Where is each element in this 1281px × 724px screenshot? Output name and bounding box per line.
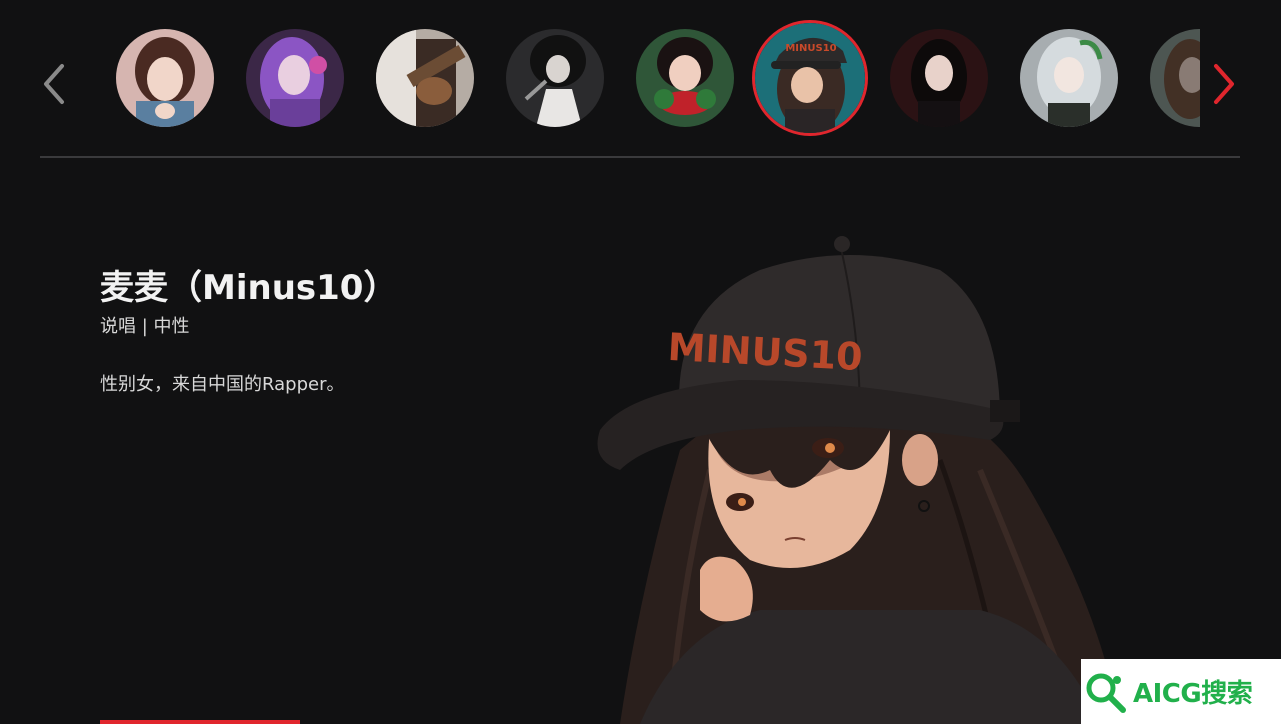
avatar-item[interactable] [116, 29, 214, 127]
avatar-item[interactable] [890, 29, 988, 127]
avatar-item-selected[interactable]: MINUS10 [752, 20, 868, 136]
character-illustration: MINUS10 [597, 236, 1120, 724]
watermark-text: AICG搜索 [1133, 679, 1253, 709]
voice-description: 性别女，来自中国的Rapper。 [100, 374, 345, 395]
avatar-list: MINUS10 [100, 20, 1200, 150]
svg-text:MINUS10: MINUS10 [785, 43, 836, 54]
chevron-right-icon [1214, 64, 1234, 104]
magnifier-logo-icon [1086, 673, 1126, 713]
avatar-minus10-cap-girl: MINUS10 [755, 23, 865, 133]
voice-name: 麦麦（Minus10） [100, 268, 398, 308]
profile-panel: 麦麦（Minus10） 说唱 | 中性 性别女，来自中国的Rapper。 [100, 262, 560, 398]
carousel-next-button[interactable] [1210, 62, 1238, 106]
voice-tags: 说唱 | 中性 [100, 316, 190, 337]
voice-carousel: MINUS10 [0, 0, 1281, 160]
carousel-prev-button[interactable] [40, 62, 68, 106]
hero-character-art: MINUS10 [560, 230, 1160, 724]
watermark-logo: AICG搜索 [1081, 659, 1281, 724]
chevron-left-icon [44, 64, 64, 104]
avatar-item[interactable] [506, 29, 604, 127]
avatar-item[interactable] [1150, 29, 1200, 127]
avatar-guitar-player [376, 29, 474, 127]
page: MINUS10 麦麦（Minus10） 说唱 | 中性 性别女，来自中国的Rap… [0, 0, 1281, 724]
avatar-singer-microphone [506, 29, 604, 127]
avatar-item[interactable] [636, 29, 734, 127]
avatar-item[interactable] [1020, 29, 1118, 127]
avatar-partial-girl [1150, 29, 1200, 127]
avatar-dark-hair-girl [890, 29, 988, 127]
avatar-silver-hair-girl [1020, 29, 1118, 127]
avatar-boy-red-scarf [636, 29, 734, 127]
carousel-divider [40, 156, 1240, 158]
avatar-item[interactable] [376, 29, 474, 127]
accent-underline [100, 720, 300, 724]
avatar-anime-girl-brown-hair [116, 29, 214, 127]
avatar-purple-hair-headphones [246, 29, 344, 127]
avatar-item[interactable] [246, 29, 344, 127]
